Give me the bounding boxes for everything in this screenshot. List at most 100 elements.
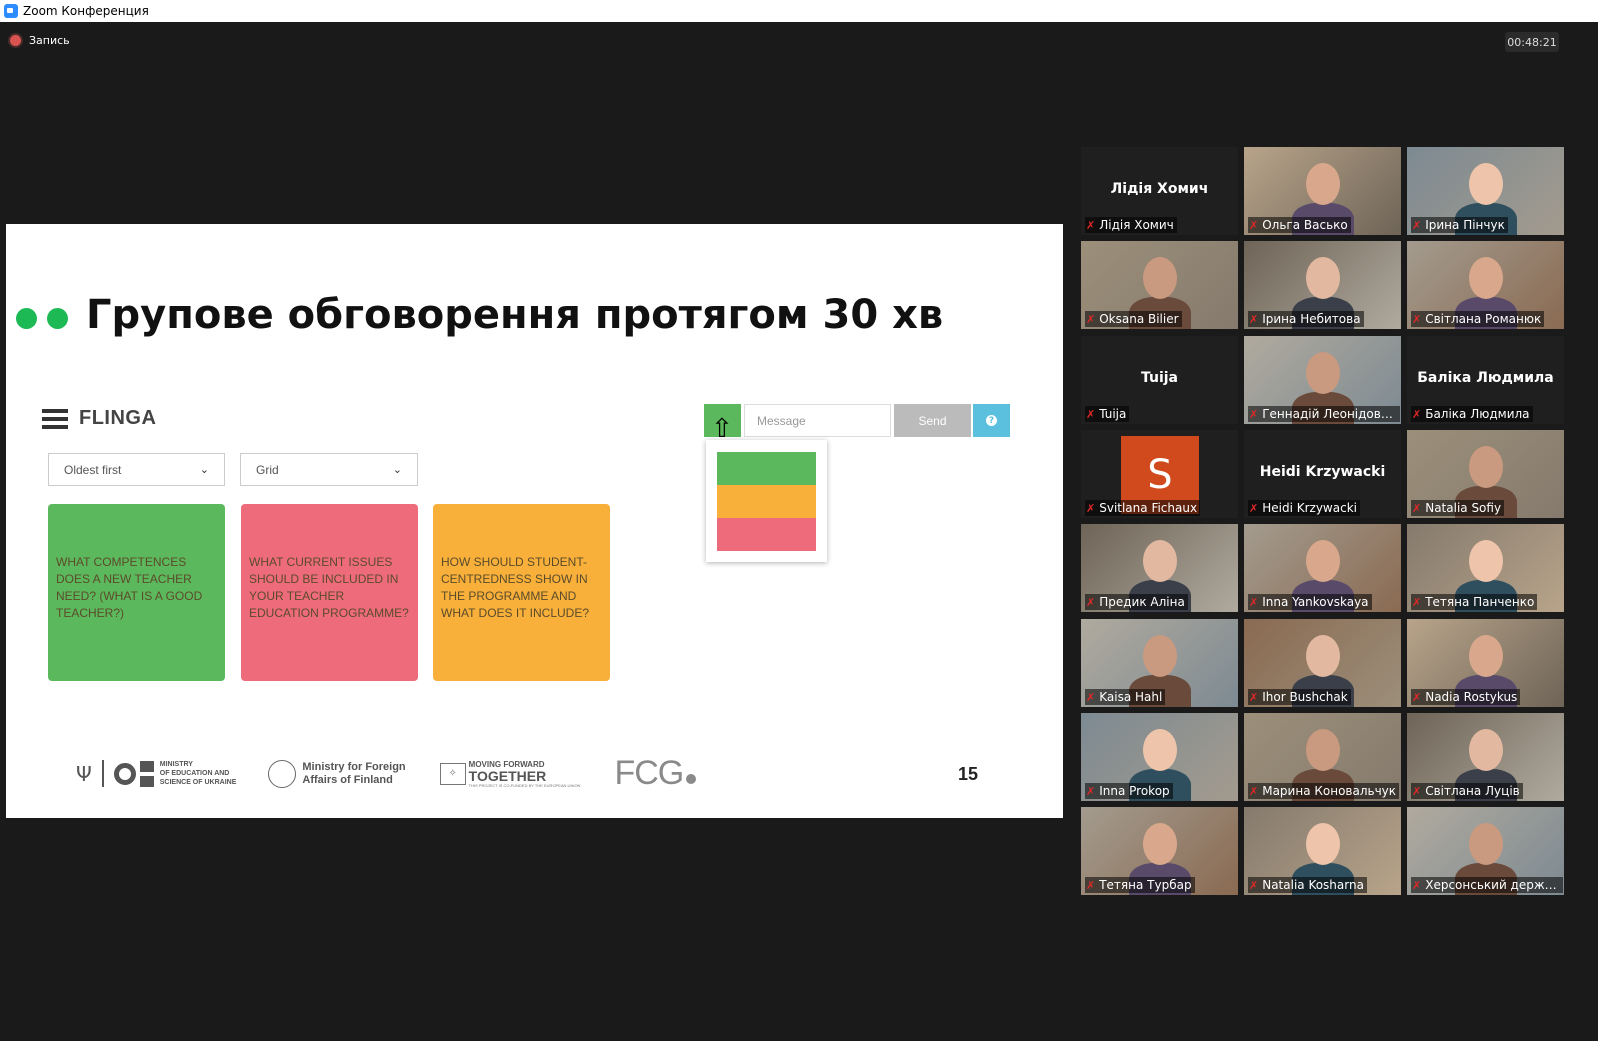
muted-mic-icon: ✗ [1086,407,1096,421]
participant-name-label: ✗ Світлана Луців [1411,783,1523,799]
participant-tile[interactable]: ✗ Тетяна Турбар [1081,807,1238,895]
message-bar: ⇧ Message Send ? [704,404,1010,442]
slide-page-number: 15 [958,764,979,784]
participant-name-label: ✗ Тетяна Турбар [1085,877,1195,893]
participant-name: Inna Prokop [1099,784,1170,798]
hamburger-menu-icon[interactable] [42,408,68,429]
participant-tile[interactable]: Heidi Krzywacki ✗ Heidi Krzywacki [1244,430,1401,518]
participant-name: Херсонський держав... [1425,878,1560,892]
sort-select-value: Oldest first [64,462,122,477]
participant-name-label: ✗ Геннадій Леонідович... [1248,406,1400,422]
participant-tile[interactable]: ✗ Світлана Романюк [1407,241,1564,329]
muted-mic-icon: ✗ [1412,218,1422,232]
participant-tile[interactable]: ✗ Марина Коновальчук [1244,713,1401,801]
participant-tile[interactable]: ✗ Тетяна Панченко [1407,524,1564,612]
participant-name-label: ✗ Inna Prokop [1085,783,1173,799]
message-input[interactable]: Message [744,404,891,437]
fcg-logo: FCG [614,754,697,793]
participant-tile[interactable]: ✗ Ірина Небитова [1244,241,1401,329]
color-option-green[interactable] [717,452,816,485]
card-text: WHAT COMPETENCES DOES A NEW TEACHER NEED… [56,555,203,620]
moe-logo-text: MINISTRY OF EDUCATION AND SCIENCE OF UKR… [159,761,237,786]
participant-face [1306,352,1340,394]
participant-name: Inna Yankovskaya [1262,595,1369,609]
participant-name-label: ✗ Ihor Bushchak [1248,689,1351,705]
participant-name: Heidi Krzywacki [1262,501,1357,515]
participant-tile[interactable]: ✗ Nadia Rostykus [1407,619,1564,707]
window-title: Zoom Конференция [23,4,149,18]
participant-tile[interactable]: ✗ Oksana Bilier [1081,241,1238,329]
participant-tile[interactable]: ✗ Світлана Луців [1407,713,1564,801]
participant-tile[interactable]: ✗ Natalia Kosharna [1244,807,1401,895]
sort-select[interactable]: Oldest first ⌄ [48,453,225,486]
muted-mic-icon: ✗ [1412,784,1422,798]
participant-tile[interactable]: Лідія Хомич ✗ Лідія Хомич [1081,147,1238,235]
participant-tile[interactable]: ✗ Ольга Васько [1244,147,1401,235]
participant-name: Світлана Романюк [1425,312,1542,326]
color-picker-button[interactable]: ⇧ [704,404,741,442]
participant-name-label: ✗ Марина Коновальчук [1248,783,1400,799]
cursor-arrow-icon: ⇧ [711,414,733,444]
eu-logo-main: TOGETHER [468,767,547,784]
participant-name-label: ✗ Предик Аліна [1085,594,1188,610]
participant-tile[interactable]: Tuija ✗ Tuija [1081,336,1238,424]
participant-name-label: ✗ Natalia Kosharna [1248,877,1367,893]
participant-tile[interactable]: ✗ Inna Yankovskaya [1244,524,1401,612]
color-palette-dropdown [706,440,827,562]
color-option-pink[interactable] [717,518,816,551]
participant-name: Баліка Людмила [1425,407,1530,421]
participant-name: Ihor Bushchak [1262,690,1348,704]
participant-tile[interactable]: ✗ Kaisa Hahl [1081,619,1238,707]
recording-label: Запись [29,34,70,47]
flinga-logo: FLINGA [79,407,157,429]
finland-logo-text: Ministry for Foreign Affairs of Finland [302,760,406,786]
fcg-dot-icon [686,773,697,784]
send-button[interactable]: Send [894,404,971,437]
flinga-card[interactable]: WHAT CURRENT ISSUES SHOULD BE INCLUDED I… [241,504,418,681]
color-option-orange[interactable] [717,485,816,518]
participant-tile[interactable]: ✗ Геннадій Леонідович... [1244,336,1401,424]
participant-face [1469,257,1503,299]
flinga-card[interactable]: HOW SHOULD STUDENT-CENTREDNESS SHOW IN T… [433,504,610,681]
participant-tile[interactable]: ✗ Ihor Bushchak [1244,619,1401,707]
participant-face [1306,823,1340,865]
participant-name-label: ✗ Херсонський держав... [1411,877,1563,893]
participant-name-label: ✗ Баліка Людмила [1411,406,1533,422]
muted-mic-icon: ✗ [1412,312,1422,326]
muted-mic-icon: ✗ [1249,878,1259,892]
participant-name: Геннадій Леонідович... [1262,407,1397,421]
participant-display-name: Tuija [1140,370,1179,386]
moe-mark-icon [139,760,154,787]
recording-indicator[interactable]: Запись [10,34,70,47]
participant-name: Світлана Луців [1425,784,1520,798]
flinga-card[interactable]: WHAT COMPETENCES DOES A NEW TEACHER NEED… [48,504,225,681]
participant-name: Kaisa Hahl [1099,690,1163,704]
chevron-down-icon: ⌄ [199,464,209,476]
participant-name: Natalia Kosharna [1262,878,1364,892]
participant-display-name: Лідія Хомич [1110,181,1209,197]
globe-icon [268,759,297,788]
participant-tile[interactable]: Баліка Людмила ✗ Баліка Людмила [1407,336,1564,424]
muted-mic-icon: ✗ [1086,218,1096,232]
participant-tile[interactable]: S ✗ Svitlana Fichaux [1081,430,1238,518]
help-button[interactable]: ? [973,404,1010,437]
muted-mic-icon: ✗ [1412,407,1422,421]
participant-tile[interactable]: ✗ Херсонський держав... [1407,807,1564,895]
participant-tile[interactable]: ✗ Natalia Sofiy [1407,430,1564,518]
muted-mic-icon: ✗ [1086,784,1096,798]
muted-mic-icon: ✗ [1249,407,1259,421]
participant-tile[interactable]: ✗ Inna Prokop [1081,713,1238,801]
trident-icon: Ψ [76,761,92,786]
help-icon: ? [986,415,997,426]
participant-name-label: ✗ Світлана Романюк [1411,311,1545,327]
muted-mic-icon: ✗ [1086,595,1096,609]
view-select[interactable]: Grid ⌄ [240,453,418,486]
participant-name: Ірина Небитова [1262,312,1361,326]
participant-name: Svitlana Fichaux [1099,501,1198,515]
window-titlebar: Zoom Конференция [0,0,1598,22]
participant-name: Лідія Хомич [1099,218,1174,232]
participant-tile[interactable]: ✗ Ірина Пінчук [1407,147,1564,235]
participant-name: Tuija [1099,407,1127,421]
participant-tile[interactable]: ✗ Предик Аліна [1081,524,1238,612]
participant-name: Natalia Sofiy [1425,501,1502,515]
